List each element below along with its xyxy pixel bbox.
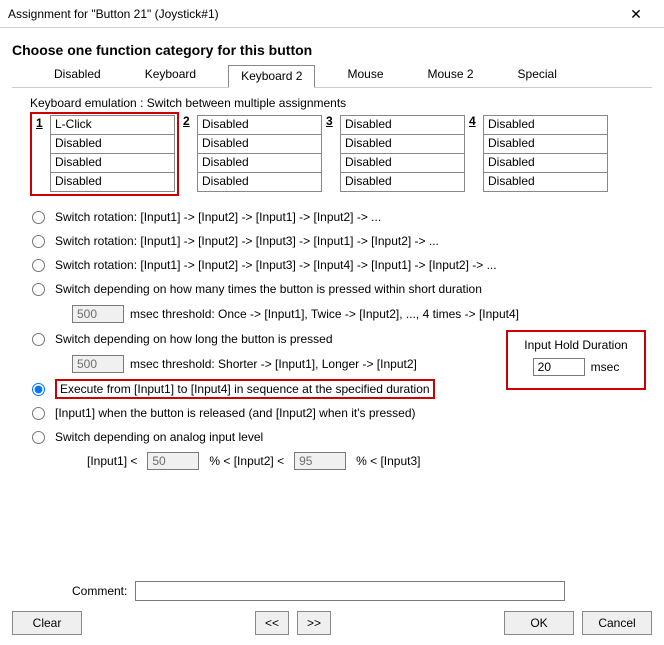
window-title: Assignment for "Button 21" (Joystick#1) <box>8 7 616 21</box>
radio-press-count[interactable] <box>32 283 45 296</box>
titlebar: Assignment for "Button 21" (Joystick#1) … <box>0 0 664 28</box>
cancel-button[interactable]: Cancel <box>582 611 652 635</box>
radio-rotation-3-label: Switch rotation: [Input1] -> [Input2] ->… <box>55 234 439 248</box>
radio-analog-label: Switch depending on analog input level <box>55 430 263 444</box>
col-head-2: 2 <box>183 114 190 128</box>
radio-rotation-4[interactable] <box>32 259 45 272</box>
input-4-4[interactable]: Disabled <box>483 172 608 192</box>
input-4-3[interactable]: Disabled <box>483 153 608 173</box>
press-threshold-text: msec threshold: Once -> [Input1], Twice … <box>130 307 519 321</box>
input-3-2[interactable]: Disabled <box>340 134 465 154</box>
input-1-1[interactable]: L-Click <box>50 115 175 135</box>
input-1-3[interactable]: Disabled <box>50 153 175 173</box>
input-2-1[interactable]: Disabled <box>197 115 322 135</box>
hold-duration-label: Input Hold Duration <box>518 338 634 352</box>
subheading: Keyboard emulation : Switch between mult… <box>30 96 652 110</box>
analog-lbl-1: [Input1] < <box>87 454 137 468</box>
radio-rotation-2-label: Switch rotation: [Input1] -> [Input2] ->… <box>55 210 381 224</box>
input-col-1: 1 L-Click Disabled Disabled Disabled <box>30 112 179 196</box>
radio-execute-sequence-label: Execute from [Input1] to [Input4] in seq… <box>60 382 430 396</box>
input-3-1[interactable]: Disabled <box>340 115 465 135</box>
hold-threshold-text: msec threshold: Shorter -> [Input1], Lon… <box>130 357 417 371</box>
hold-duration-unit: msec <box>591 360 620 374</box>
radio-press-count-label: Switch depending on how many times the b… <box>55 282 482 296</box>
tab-bar: Disabled Keyboard Keyboard 2 Mouse Mouse… <box>12 64 652 88</box>
radio-analog[interactable] <box>32 431 45 444</box>
tab-special[interactable]: Special <box>506 64 569 87</box>
hold-duration-box: Input Hold Duration msec <box>506 330 646 390</box>
input-grid: 1 L-Click Disabled Disabled Disabled 2 D… <box>30 112 652 196</box>
input-3-3[interactable]: Disabled <box>340 153 465 173</box>
radio-hold-duration[interactable] <box>32 333 45 346</box>
input-col-4: 4 Disabled Disabled Disabled Disabled <box>483 112 608 196</box>
analog-lbl-2: % < [Input2] < <box>209 454 284 468</box>
page-heading: Choose one function category for this bu… <box>12 42 652 58</box>
radio-rotation-2[interactable] <box>32 211 45 224</box>
col-head-4: 4 <box>469 114 476 128</box>
input-1-4[interactable]: Disabled <box>50 172 175 192</box>
col-head-1: 1 <box>36 116 43 130</box>
input-2-4[interactable]: Disabled <box>197 172 322 192</box>
input-4-2[interactable]: Disabled <box>483 134 608 154</box>
radio-rotation-4-label: Switch rotation: [Input1] -> [Input2] ->… <box>55 258 497 272</box>
comment-label: Comment: <box>72 584 127 598</box>
analog-lbl-3: % < [Input3] <box>356 454 420 468</box>
prev-button[interactable]: << <box>255 611 289 635</box>
hold-duration-input[interactable] <box>533 358 585 376</box>
radio-release[interactable] <box>32 407 45 420</box>
input-2-2[interactable]: Disabled <box>197 134 322 154</box>
analog-threshold-1 <box>147 452 199 470</box>
col-head-3: 3 <box>326 114 333 128</box>
radio-execute-sequence[interactable] <box>32 383 45 396</box>
input-3-4[interactable]: Disabled <box>340 172 465 192</box>
radio-hold-duration-label: Switch depending on how long the button … <box>55 332 333 346</box>
tab-keyboard2[interactable]: Keyboard 2 <box>228 65 315 88</box>
press-threshold-input <box>72 305 124 323</box>
tab-mouse2[interactable]: Mouse 2 <box>416 64 486 87</box>
input-2-3[interactable]: Disabled <box>197 153 322 173</box>
tab-mouse[interactable]: Mouse <box>335 64 395 87</box>
comment-input[interactable] <box>135 581 565 601</box>
tab-disabled[interactable]: Disabled <box>42 64 113 87</box>
input-4-1[interactable]: Disabled <box>483 115 608 135</box>
close-icon[interactable]: ✕ <box>616 0 656 28</box>
input-col-3: 3 Disabled Disabled Disabled Disabled <box>340 112 465 196</box>
input-col-2: 2 Disabled Disabled Disabled Disabled <box>197 112 322 196</box>
analog-threshold-2 <box>294 452 346 470</box>
hold-threshold-input <box>72 355 124 373</box>
tab-keyboard[interactable]: Keyboard <box>133 64 208 87</box>
input-1-2[interactable]: Disabled <box>50 134 175 154</box>
radio-release-label: [Input1] when the button is released (an… <box>55 406 416 420</box>
clear-button[interactable]: Clear <box>12 611 82 635</box>
ok-button[interactable]: OK <box>504 611 574 635</box>
radio-rotation-3[interactable] <box>32 235 45 248</box>
next-button[interactable]: >> <box>297 611 331 635</box>
